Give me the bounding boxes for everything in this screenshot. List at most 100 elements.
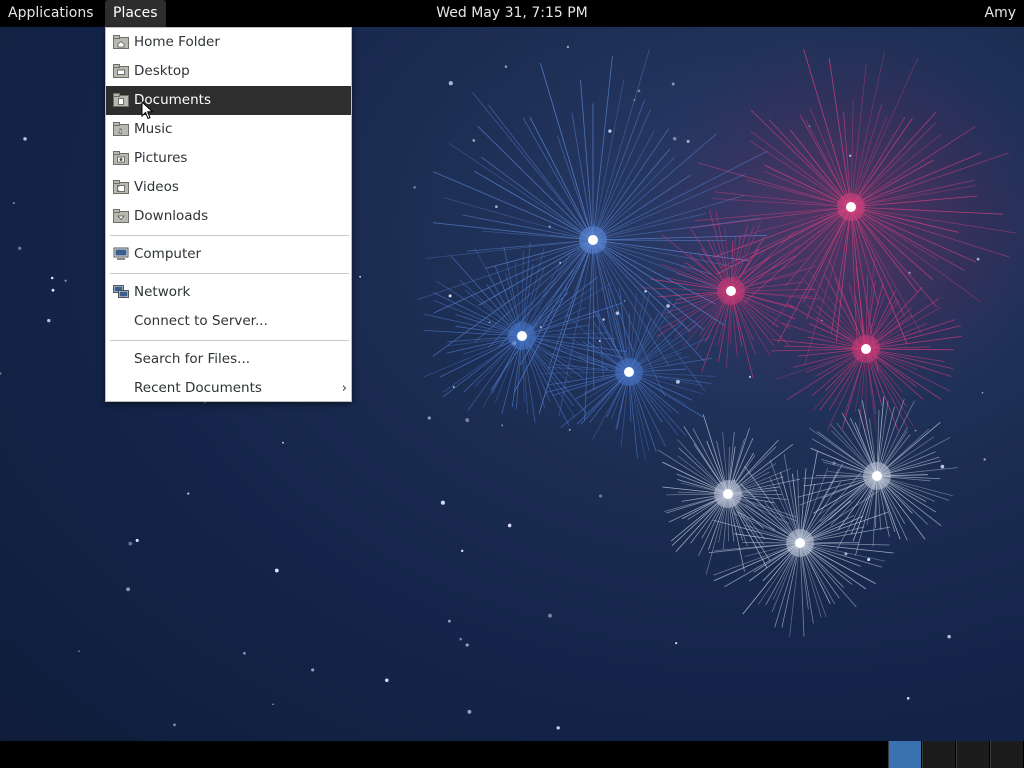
bottom-panel (0, 741, 1024, 768)
menu-item-label: Network (134, 284, 191, 300)
workspace-2[interactable] (922, 741, 955, 768)
menu-separator (110, 340, 349, 341)
star (568, 428, 571, 431)
menu-item-recent-documents[interactable]: Recent Documents › (106, 374, 351, 403)
user-menu[interactable]: Amy (985, 0, 1017, 27)
star (675, 379, 680, 384)
menu-item-computer[interactable]: Computer (106, 240, 351, 269)
menu-item-pictures[interactable]: Pictures (106, 144, 351, 173)
star (623, 299, 626, 302)
star (359, 275, 361, 278)
applications-menu-button[interactable]: Applications (0, 0, 102, 27)
star (0, 372, 2, 375)
submenu-arrow-icon: › (341, 381, 347, 396)
menu-item-label: Recent Documents (134, 380, 262, 396)
star (274, 568, 279, 573)
star (64, 279, 67, 282)
menu-item-label: Pictures (134, 150, 188, 166)
star (242, 651, 246, 655)
network-icon (113, 285, 129, 298)
menu-item-label: Connect to Server... (134, 313, 268, 329)
star (12, 202, 15, 204)
star (47, 318, 51, 323)
svg-text:♫: ♫ (117, 128, 123, 136)
top-panel: Applications Places Wed May 31, 7:15 PM … (0, 0, 1024, 27)
star (940, 464, 945, 469)
star (673, 137, 677, 141)
star (675, 642, 678, 645)
star (440, 500, 445, 505)
firework-burst (692, 48, 1017, 373)
star (448, 81, 453, 86)
star (914, 429, 917, 432)
star (50, 276, 54, 280)
wallpaper-fireworks (417, 48, 1017, 637)
menu-separator (110, 235, 349, 236)
star (504, 65, 508, 68)
star (599, 494, 602, 498)
star (311, 668, 315, 672)
menu-item-connect-to-server[interactable]: Connect to Server... (106, 307, 351, 336)
star (507, 523, 512, 528)
star (981, 391, 984, 394)
menu-item-downloads[interactable]: Downloads (106, 202, 351, 231)
star (427, 416, 431, 420)
menu-item-desktop[interactable]: Desktop (106, 57, 351, 86)
videos-folder-icon (113, 180, 129, 194)
star (947, 634, 951, 639)
documents-folder-icon (113, 93, 129, 107)
workspace-3[interactable] (956, 741, 989, 768)
menu-item-label: Search for Files... (134, 351, 251, 367)
star (272, 703, 274, 706)
pictures-folder-icon (113, 151, 129, 165)
star (548, 613, 552, 618)
star (465, 418, 470, 423)
firework-burst (423, 242, 627, 426)
menu-item-search-for-files[interactable]: Search for Files... (106, 345, 351, 374)
star (748, 375, 752, 378)
star (51, 288, 55, 292)
star (848, 154, 852, 158)
star (472, 138, 476, 142)
mouse-pointer-icon (141, 101, 154, 120)
menu-item-label: Downloads (134, 208, 209, 224)
star (906, 697, 910, 700)
star (385, 678, 389, 683)
star (566, 45, 570, 49)
workspace-4[interactable] (990, 741, 1023, 768)
star (187, 492, 190, 495)
star (983, 458, 986, 461)
star (128, 541, 133, 546)
home-folder-icon (113, 35, 129, 49)
star (459, 637, 463, 641)
downloads-folder-icon (113, 209, 129, 223)
star (465, 643, 469, 647)
star (686, 139, 690, 143)
menu-item-home-folder[interactable]: Home Folder (106, 28, 351, 57)
menu-item-label: Home Folder (134, 34, 220, 50)
menu-item-label: Music (134, 121, 173, 137)
star (671, 82, 675, 86)
star (495, 205, 498, 209)
star (413, 186, 416, 189)
firework-burst (771, 256, 962, 435)
places-menu-button[interactable]: Places (105, 0, 166, 27)
star (126, 587, 131, 592)
star (18, 246, 22, 250)
menu-item-label: Desktop (134, 63, 190, 79)
star (556, 726, 560, 730)
menu-item-videos[interactable]: Videos (106, 173, 351, 202)
star (460, 549, 464, 553)
music-folder-icon: ♫ (113, 122, 129, 136)
places-menu: Home Folder Desktop Documents ♫ Music Pi… (105, 27, 352, 402)
desktop-folder-icon (113, 64, 129, 78)
star (501, 424, 504, 427)
star (467, 709, 472, 714)
menu-item-network[interactable]: Network (106, 278, 351, 307)
workspace-1[interactable] (888, 741, 921, 768)
star (135, 538, 139, 542)
star (173, 723, 176, 727)
star (448, 619, 451, 623)
star (602, 318, 605, 321)
star (608, 129, 612, 133)
